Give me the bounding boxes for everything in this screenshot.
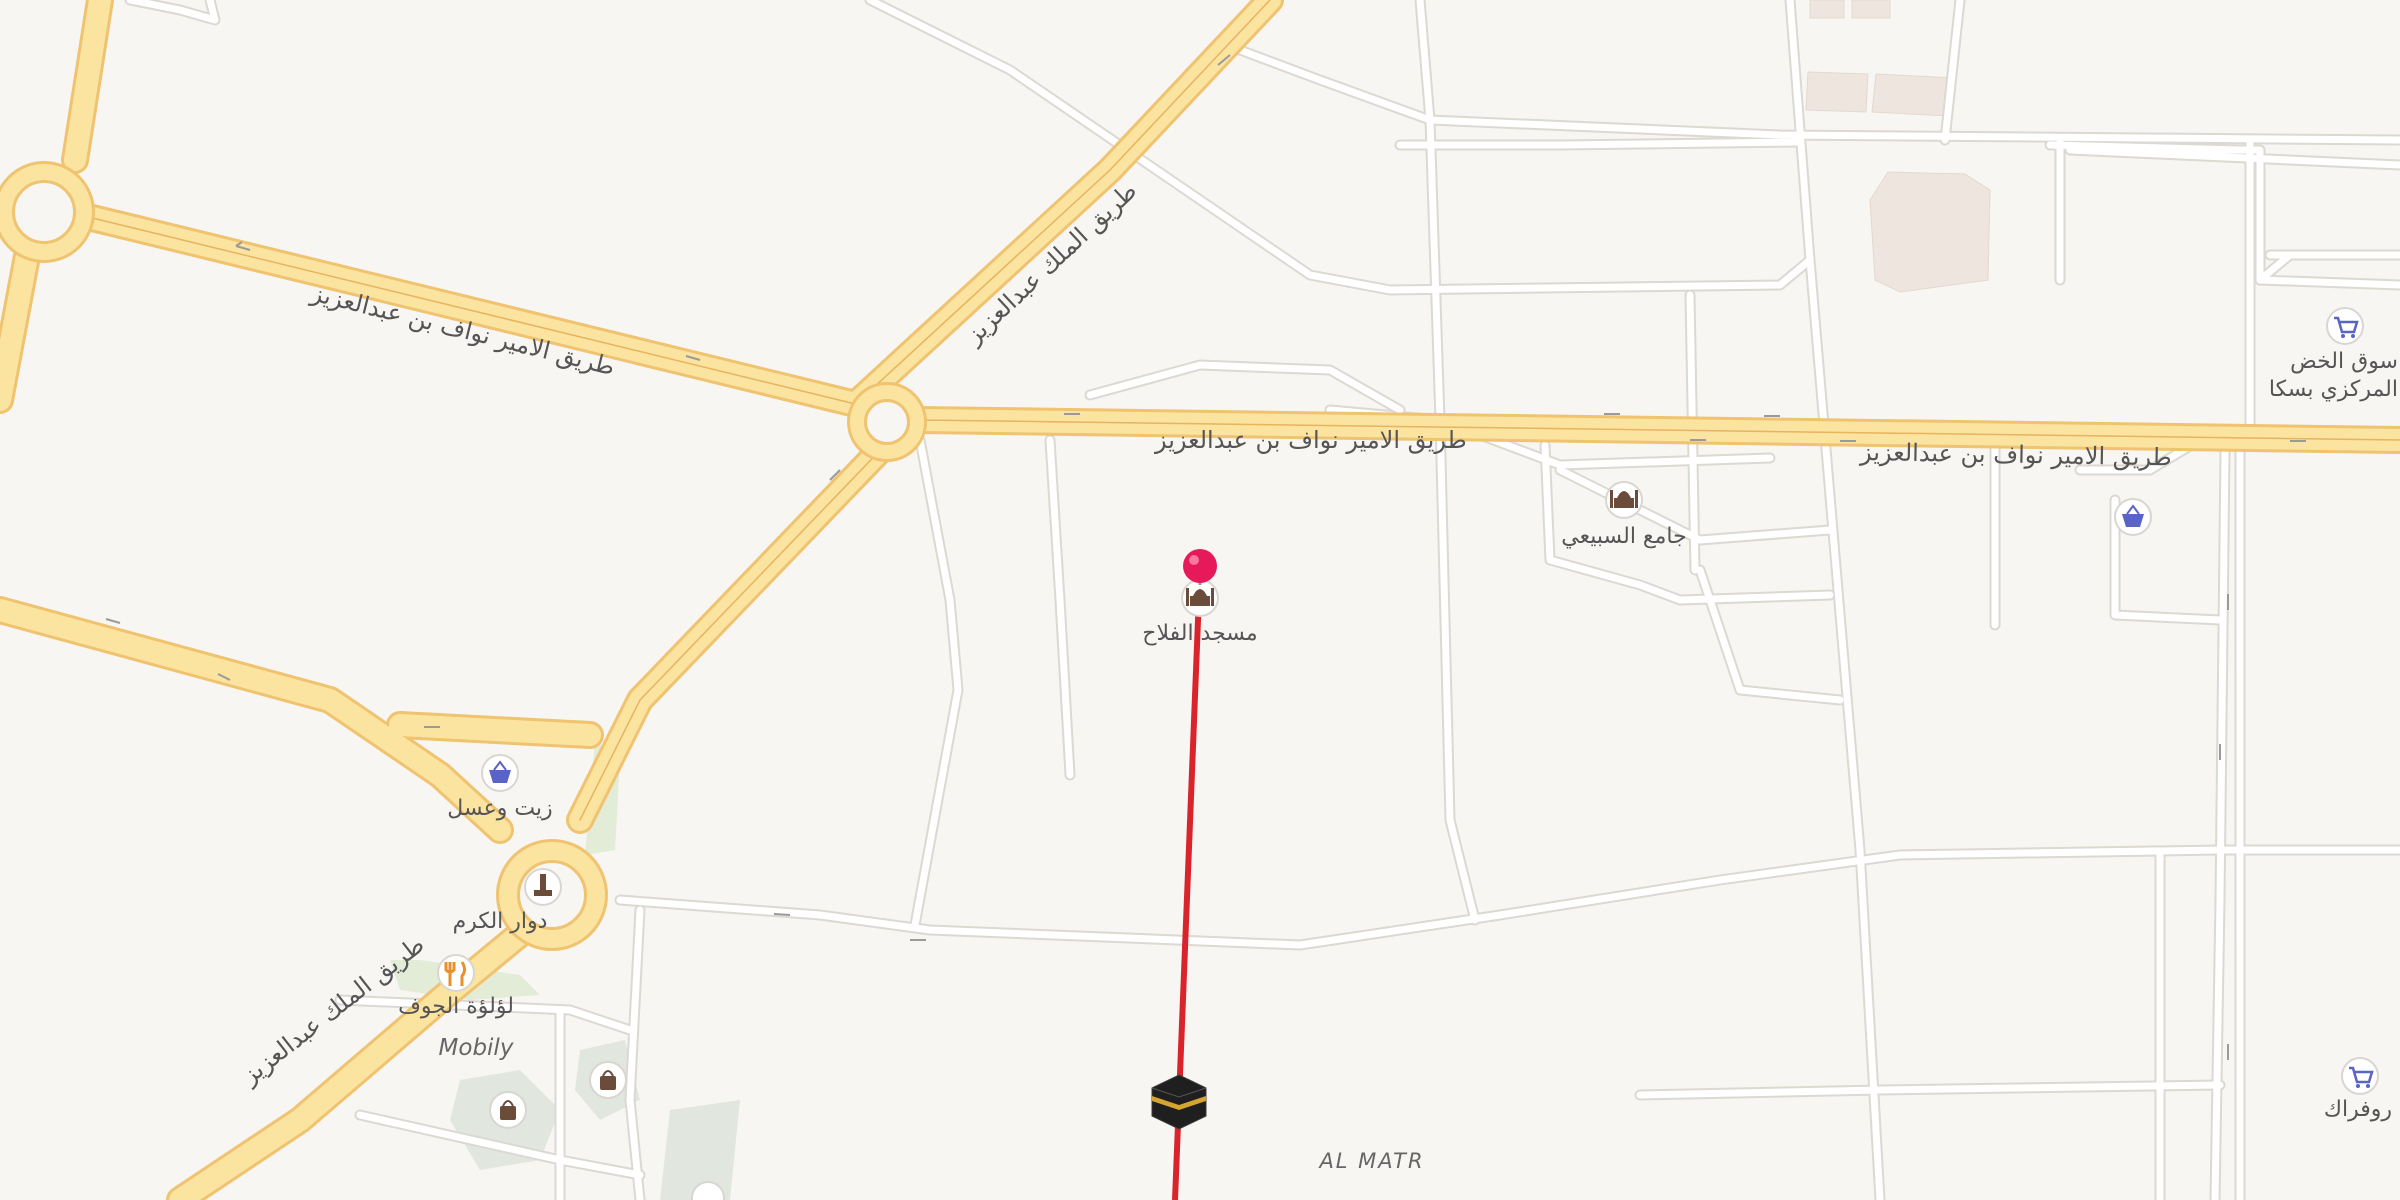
poi-label-rovrak: روفراك bbox=[2324, 1097, 2392, 1122]
poi-label-markazi-busk: المركزي بسكا bbox=[2269, 377, 2398, 402]
poi-shop-east[interactable] bbox=[2114, 498, 2152, 536]
poi-shop-south-1[interactable] bbox=[489, 1091, 527, 1129]
poi-shop-south-2[interactable] bbox=[589, 1061, 627, 1099]
poi-label-zait-wa-asal: زيت وعسل bbox=[447, 796, 552, 821]
poi-label-mosque-alfalah: مسجد الفلاح bbox=[1142, 621, 1257, 646]
poi-label-lulu-aljouf: لؤلؤة الجوف bbox=[398, 994, 514, 1019]
road-label-prince-nawaf-center: طريق الامير نواف بن عبدالعزيز bbox=[1154, 426, 1467, 454]
poi-label-souq-alkhud: سوق الخض bbox=[2290, 349, 2398, 374]
place-label-mobily: Mobily bbox=[439, 1035, 514, 1061]
poi-label-mosque-alsubaie: جامع السبيعي bbox=[1561, 524, 1686, 549]
district-label-al-matr: AL MATR bbox=[1317, 1149, 1424, 1173]
road-label-prince-nawaf-east: طريق الامير نواف بن عبدالعزيز bbox=[1859, 438, 2172, 471]
map-canvas[interactable]: طريق الامير نواف بن عبدالعزيز طريق الملك… bbox=[0, 0, 2400, 1200]
poi-label-karam-roundabout: دوار الكرم bbox=[453, 909, 548, 934]
